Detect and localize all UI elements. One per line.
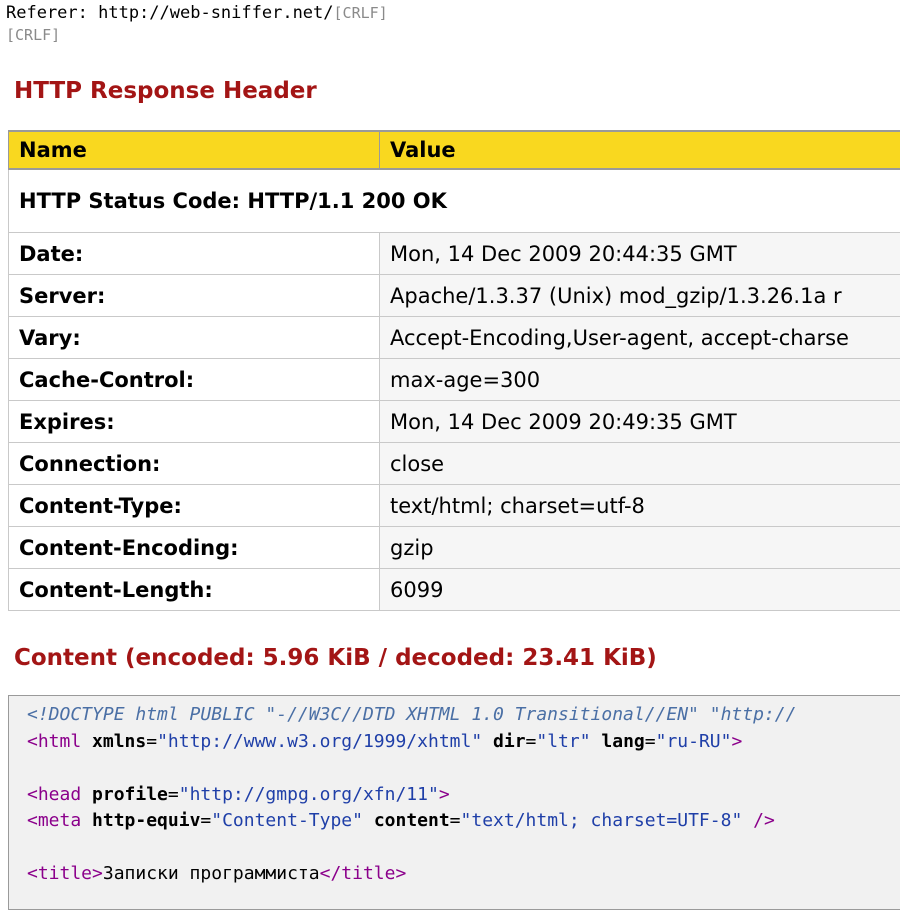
status-code-row: HTTP Status Code: HTTP/1.1 200 OK <box>9 169 900 233</box>
xmlns-attr: xmlns <box>92 731 146 752</box>
head-tag-open: <head <box>27 784 81 805</box>
header-name: Vary: <box>9 317 380 359</box>
blank-line <box>27 835 900 862</box>
status-code: HTTP Status Code: HTTP/1.1 200 OK <box>9 169 900 233</box>
crlf-marker: [CRLF] <box>334 4 388 22</box>
header-value: close <box>380 443 900 485</box>
doctype-text: <!DOCTYPE html PUBLIC "-//W3C//DTD XHTML… <box>27 704 796 725</box>
dir-value: "ltr" <box>536 731 590 752</box>
column-header-value: Value <box>380 131 900 169</box>
header-value: Apache/1.3.37 (Unix) mod_gzip/1.3.26.1a … <box>380 275 900 317</box>
title-tag-close: </title> <box>320 863 407 884</box>
html-tag-open: <html <box>27 731 81 752</box>
header-value: text/html; charset=utf-8 <box>380 485 900 527</box>
table-row: Connection:close <box>9 443 900 485</box>
header-name: Content-Encoding: <box>9 527 380 569</box>
header-name: Expires: <box>9 401 380 443</box>
header-name: Date: <box>9 233 380 275</box>
content-attr: content <box>374 810 450 831</box>
profile-attr: profile <box>92 784 168 805</box>
content-value: "text/html; charset=UTF-8" <box>461 810 743 831</box>
table-row: Vary:Accept-Encoding,User-agent, accept-… <box>9 317 900 359</box>
table-row: Expires:Mon, 14 Dec 2009 20:49:35 GMT <box>9 401 900 443</box>
crlf-marker: [CRLF] <box>6 26 60 44</box>
header-name: Connection: <box>9 443 380 485</box>
column-header-name: Name <box>9 131 380 169</box>
source-code-box: <!DOCTYPE html PUBLIC "-//W3C//DTD XHTML… <box>8 695 900 910</box>
content-title: Content (encoded: 5.96 KiB / decoded: 23… <box>14 645 657 671</box>
referer-text: Referer: http://web-sniffer.net/ <box>6 3 334 23</box>
head-line: <head profile="http://gmpg.org/xfn/11"> <box>27 782 900 809</box>
xmlns-value: "http://www.w3.org/1999/xhtml" <box>157 731 482 752</box>
header-name: Content-Type: <box>9 485 380 527</box>
html-line: <html xmlns="http://www.w3.org/1999/xhtm… <box>27 729 900 756</box>
table-row: Cache-Control:max-age=300 <box>9 359 900 401</box>
title-line: <title>Записки программиста</title> <box>27 861 900 888</box>
table-row: Date:Mon, 14 Dec 2009 20:44:35 GMT <box>9 233 900 275</box>
header-value: 6099 <box>380 569 900 611</box>
lang-attr: lang <box>601 731 644 752</box>
meta-tag-open: <meta <box>27 810 81 831</box>
meta-tag-close: /> <box>753 810 775 831</box>
header-value: Accept-Encoding,User-agent, accept-chars… <box>380 317 900 359</box>
response-header-table: Name Value HTTP Status Code: HTTP/1.1 20… <box>8 130 900 611</box>
crlf-line: [CRLF] <box>6 24 388 46</box>
header-name: Content-Length: <box>9 569 380 611</box>
http-equiv-attr: http-equiv <box>92 810 200 831</box>
dir-attr: dir <box>493 731 526 752</box>
header-name: Cache-Control: <box>9 359 380 401</box>
table-row: Server:Apache/1.3.37 (Unix) mod_gzip/1.3… <box>9 275 900 317</box>
title-text: Записки программиста <box>103 863 320 884</box>
blank-line <box>27 755 900 782</box>
response-header-title: HTTP Response Header <box>14 78 317 104</box>
lang-value: "ru-RU" <box>656 731 732 752</box>
table-row: Content-Encoding:gzip <box>9 527 900 569</box>
header-value: max-age=300 <box>380 359 900 401</box>
request-header-tail: Referer: http://web-sniffer.net/[CRLF] [… <box>6 2 388 46</box>
table-row: Content-Length:6099 <box>9 569 900 611</box>
profile-value: "http://gmpg.org/xfn/11" <box>179 784 439 805</box>
meta-line: <meta http-equiv="Content-Type" content=… <box>27 808 900 835</box>
referer-line: Referer: http://web-sniffer.net/[CRLF] <box>6 2 388 24</box>
table-header-row: Name Value <box>9 131 900 169</box>
header-name: Server: <box>9 275 380 317</box>
html-tag-close: > <box>731 731 742 752</box>
title-tag-open: <title> <box>27 863 103 884</box>
head-tag-close: > <box>439 784 450 805</box>
doctype-line: <!DOCTYPE html PUBLIC "-//W3C//DTD XHTML… <box>27 702 900 729</box>
header-value: Mon, 14 Dec 2009 20:44:35 GMT <box>380 233 900 275</box>
header-value: Mon, 14 Dec 2009 20:49:35 GMT <box>380 401 900 443</box>
header-value: gzip <box>380 527 900 569</box>
table-row: Content-Type:text/html; charset=utf-8 <box>9 485 900 527</box>
http-equiv-value: "Content-Type" <box>211 810 363 831</box>
